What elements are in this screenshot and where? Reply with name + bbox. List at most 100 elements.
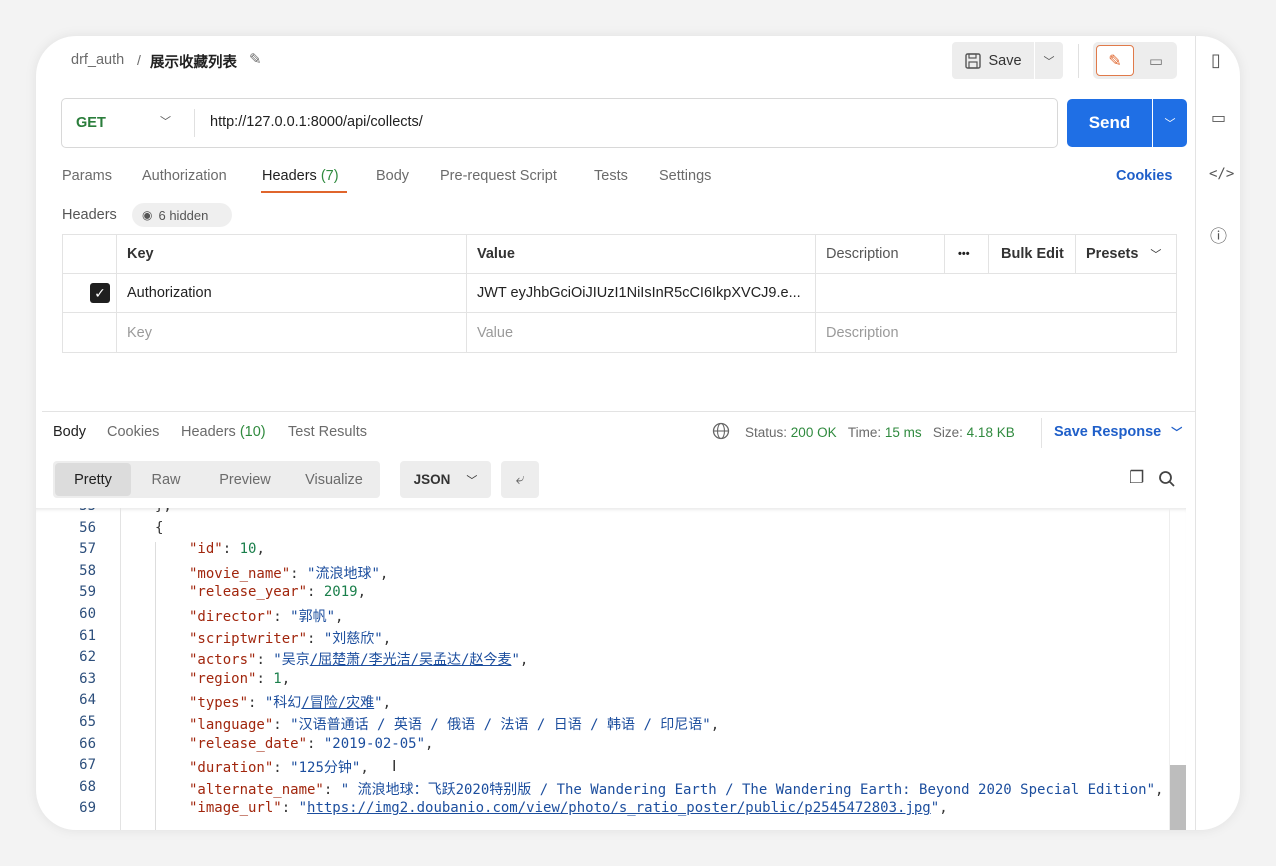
response-body-editor[interactable]: 55}, 56 {57 "id": 10, 58 "movie_name": "流浪地球"… bbox=[36, 508, 1186, 830]
copy-icon[interactable]: ❐ bbox=[1129, 468, 1144, 488]
json-punctuation: , bbox=[382, 695, 392, 712]
tab-count: (10) bbox=[239, 424, 266, 440]
pane-divider[interactable] bbox=[42, 411, 1195, 412]
method-select[interactable]: GET bbox=[76, 115, 106, 131]
response-tab-test-results[interactable]: Test Results bbox=[288, 424, 367, 440]
request-name[interactable]: 展示收藏列表 bbox=[150, 51, 237, 72]
line-number: 56 bbox=[79, 519, 96, 536]
new-value-input[interactable]: Value bbox=[466, 312, 816, 353]
json-punctuation: , bbox=[519, 652, 529, 669]
response-tab-cookies[interactable]: Cookies bbox=[107, 424, 159, 440]
line-number: 61 bbox=[79, 627, 96, 644]
json-string: "刘慈欣" bbox=[323, 630, 383, 647]
line-number: 55 bbox=[36, 508, 96, 514]
json-punctuation: , bbox=[710, 717, 720, 733]
send-dropdown-button[interactable]: ﹀ bbox=[1153, 99, 1187, 147]
time-value[interactable]: 15 ms bbox=[885, 425, 922, 440]
line-number: 68 bbox=[79, 778, 96, 795]
json-key: "region" bbox=[189, 670, 257, 687]
json-string: "汉语普通话 / 英语 / 俄语 / 法语 / 日语 / 韩语 / 印尼语" bbox=[290, 717, 711, 733]
scrollbar-thumb[interactable] bbox=[1170, 765, 1186, 830]
line-number: 58 bbox=[79, 562, 96, 579]
size-label: Size: bbox=[932, 425, 963, 440]
search-icon[interactable] bbox=[1158, 470, 1176, 488]
active-tab-indicator bbox=[261, 191, 347, 193]
save-dropdown-button[interactable]: ﹀ bbox=[1035, 42, 1063, 79]
new-description-input[interactable]: Description bbox=[815, 312, 1177, 353]
json-link[interactable]: /冒险/灾难 bbox=[301, 695, 374, 711]
code-line: "duration": "125分钟", bbox=[189, 757, 369, 777]
tab-label: Headers bbox=[181, 424, 236, 440]
code-icon[interactable]: </> bbox=[1209, 166, 1234, 182]
comments-icon[interactable]: ▭ bbox=[1211, 108, 1226, 128]
tab-count: (7) bbox=[320, 168, 339, 184]
documentation-icon[interactable]: ▯ bbox=[1211, 50, 1221, 71]
response-tab-headers[interactable]: Headers (10) bbox=[181, 424, 266, 440]
tab-pre-request-script[interactable]: Pre-request Script bbox=[440, 168, 557, 184]
json-number: 10 bbox=[239, 541, 257, 558]
comment-mode-button[interactable]: ▭ bbox=[1137, 45, 1175, 76]
line-number: 57 bbox=[79, 541, 96, 558]
code-line: "types": "科幻/冒险/灾难", bbox=[189, 692, 391, 712]
json-punctuation: : bbox=[307, 630, 324, 647]
json-key: "actors" bbox=[189, 652, 257, 669]
url-input[interactable]: http://127.0.0.1:8000/api/collects/ bbox=[210, 114, 423, 130]
pencil-icon: ✎ bbox=[1108, 52, 1122, 70]
json-punctuation: : bbox=[248, 695, 265, 712]
header-description-cell[interactable] bbox=[815, 273, 1177, 313]
wrap-lines-button[interactable]: ⤶ bbox=[501, 461, 539, 498]
code-line: "language": "汉语普通话 / 英语 / 俄语 / 法语 / 日语 /… bbox=[189, 714, 719, 734]
edit-pencil-icon[interactable]: ✎ bbox=[249, 50, 262, 68]
tab-body[interactable]: Body bbox=[376, 168, 409, 184]
view-raw[interactable]: Raw bbox=[135, 463, 197, 496]
line-number: 69 bbox=[79, 800, 96, 817]
json-punctuation: , bbox=[939, 800, 948, 817]
tab-authorization[interactable]: Authorization bbox=[142, 168, 227, 184]
response-tab-body[interactable]: Body bbox=[53, 424, 86, 440]
size-value[interactable]: 4.18 KB bbox=[967, 425, 1015, 440]
empty-checkbox-cell bbox=[62, 312, 117, 353]
tab-headers[interactable]: Headers (7) bbox=[262, 168, 339, 184]
json-punctuation: : bbox=[307, 735, 324, 752]
more-options-button[interactable]: ••• bbox=[944, 234, 989, 274]
breadcrumb-collection[interactable]: drf_auth bbox=[71, 52, 124, 68]
method-chevron-down-icon[interactable]: ﹀ bbox=[160, 113, 171, 129]
presets-dropdown[interactable]: Presets ﹀ bbox=[1075, 234, 1177, 274]
bulk-edit-button[interactable]: Bulk Edit bbox=[988, 234, 1076, 274]
info-icon[interactable]: ⓘ bbox=[1210, 222, 1227, 247]
new-key-input[interactable]: Key bbox=[116, 312, 467, 353]
json-string: " bbox=[930, 800, 940, 817]
tab-params[interactable]: Params bbox=[62, 168, 112, 184]
send-button[interactable]: Send bbox=[1067, 99, 1152, 147]
view-visualize[interactable]: Visualize bbox=[291, 463, 377, 496]
json-punctuation: , bbox=[382, 630, 392, 647]
edit-mode-button[interactable]: ✎ bbox=[1096, 45, 1134, 76]
line-number: 63 bbox=[79, 670, 96, 687]
header-value-cell[interactable]: JWT eyJhbGciOiJIUzI1NiIsInR5cCI6IkpXVCJ9… bbox=[466, 273, 816, 313]
view-pretty[interactable]: Pretty bbox=[55, 463, 131, 496]
json-punctuation: }, bbox=[155, 508, 172, 514]
format-select[interactable]: JSON ﹀ bbox=[400, 461, 491, 498]
json-link[interactable]: https://img2.doubanio.com/view/photo/s_r… bbox=[307, 800, 931, 816]
json-string: "科幻 bbox=[264, 695, 302, 712]
globe-icon[interactable] bbox=[712, 422, 730, 440]
checkbox-checked[interactable]: ✓ bbox=[90, 283, 110, 303]
json-key: "movie_name" bbox=[189, 565, 291, 582]
tab-settings[interactable]: Settings bbox=[659, 168, 711, 184]
line-number: 62 bbox=[79, 649, 96, 666]
hidden-headers-toggle[interactable]: ◉ 6 hidden bbox=[132, 203, 232, 227]
status-value[interactable]: 200 OK bbox=[791, 425, 837, 440]
presets-label: Presets bbox=[1086, 246, 1139, 262]
header-key-cell[interactable]: Authorization bbox=[116, 273, 467, 313]
tab-tests[interactable]: Tests bbox=[594, 168, 628, 184]
divider bbox=[194, 109, 195, 137]
save-response-button[interactable]: Save Response ﹀ bbox=[1054, 424, 1182, 440]
json-string: "流浪地球" bbox=[307, 565, 380, 582]
view-preview[interactable]: Preview bbox=[203, 463, 287, 496]
json-key: "language" bbox=[189, 717, 274, 733]
cookies-link[interactable]: Cookies bbox=[1116, 168, 1172, 184]
save-button[interactable]: Save bbox=[952, 42, 1034, 79]
json-link[interactable]: /屈楚萧/李光洁/吴孟达/赵今麦 bbox=[310, 652, 512, 668]
json-key: "release_date" bbox=[189, 735, 308, 752]
json-punctuation: : bbox=[273, 760, 291, 777]
